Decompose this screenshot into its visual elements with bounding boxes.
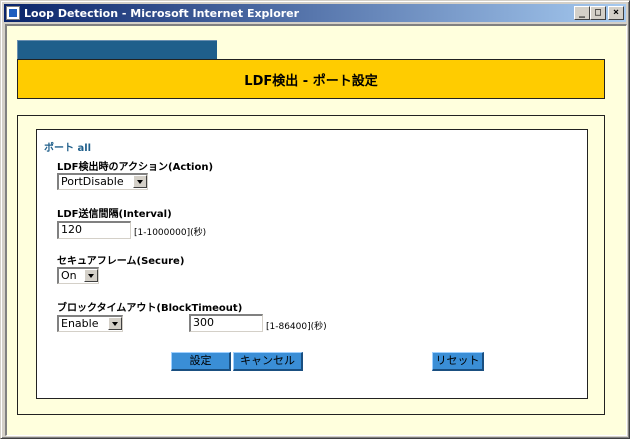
action-label: LDF検出時のアクション(Action) xyxy=(57,162,214,173)
browser-window: Loop Detection - Microsoft Internet Expl… xyxy=(0,0,630,439)
secure-select[interactable]: On xyxy=(57,267,99,284)
chevron-down-icon[interactable] xyxy=(133,175,147,188)
page-content: LDF検出 - ポート設定 ポート all LDF検出時のアクション(Actio… xyxy=(5,24,627,436)
settings-panel: ポート all LDF検出時のアクション(Action) PortDisable… xyxy=(17,115,605,415)
interval-label: LDF送信間隔(Interval) xyxy=(57,209,172,220)
maximize-button[interactable]: □ xyxy=(590,6,606,20)
page-title: LDF検出 - ポート設定 xyxy=(17,59,605,99)
close-button[interactable]: × xyxy=(608,6,624,20)
secure-label: セキュアフレーム(Secure) xyxy=(57,256,185,267)
action-select-value: PortDisable xyxy=(61,175,124,188)
block-timeout-input[interactable]: 300 xyxy=(189,314,263,332)
block-timeout-select-value: Enable xyxy=(61,317,99,330)
ie-page-icon xyxy=(6,6,20,20)
chevron-down-icon[interactable] xyxy=(108,317,122,330)
minimize-button[interactable]: _ xyxy=(574,6,590,20)
secure-select-value: On xyxy=(61,269,77,282)
block-timeout-label: ブロックタイムアウト(BlockTimeout) xyxy=(57,303,243,314)
window-title: Loop Detection - Microsoft Internet Expl… xyxy=(24,6,300,20)
page-tab xyxy=(17,40,217,59)
chevron-down-icon[interactable] xyxy=(84,269,98,282)
block-timeout-range-hint: [1-86400](秒) xyxy=(266,322,327,332)
settings-form: ポート all LDF検出時のアクション(Action) PortDisable… xyxy=(36,129,588,399)
port-label: ポート all xyxy=(44,143,92,154)
action-select[interactable]: PortDisable xyxy=(57,173,148,190)
interval-input[interactable]: 120 xyxy=(57,221,131,239)
cancel-button[interactable]: キャンセル xyxy=(233,352,303,371)
interval-range-hint: [1-1000000](秒) xyxy=(134,228,207,238)
reset-button[interactable]: リセット xyxy=(432,352,484,371)
window-controls: _ □ × xyxy=(574,6,624,20)
block-timeout-select[interactable]: Enable xyxy=(57,315,123,332)
set-button[interactable]: 設定 xyxy=(171,352,231,371)
title-bar[interactable]: Loop Detection - Microsoft Internet Expl… xyxy=(4,4,626,22)
